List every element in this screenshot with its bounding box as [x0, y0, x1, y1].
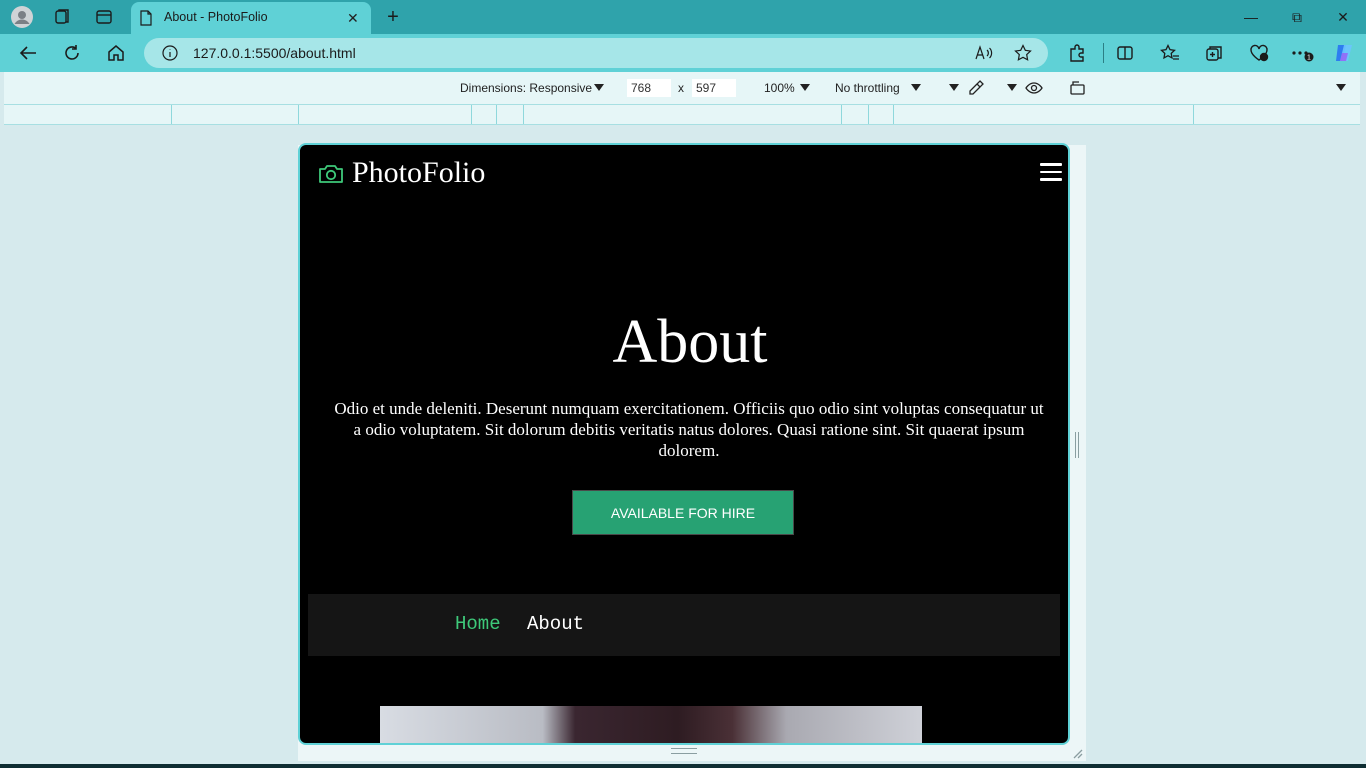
media-query-bar[interactable]: [4, 105, 1360, 125]
read-aloud-icon[interactable]: [974, 44, 994, 62]
width-input[interactable]: [627, 79, 671, 97]
media-query-marker: [471, 105, 472, 124]
page-icon: [139, 10, 153, 31]
media-query-marker: [868, 105, 869, 124]
settings-more-icon[interactable]: 1: [1290, 42, 1314, 64]
page-title: About: [612, 308, 768, 376]
toolbar-separator: [1103, 43, 1104, 63]
breadcrumb-current: About: [527, 613, 585, 635]
more-options-caret-icon[interactable]: [949, 84, 959, 91]
browser-essentials-icon[interactable]: [1247, 42, 1271, 64]
portrait-image: [380, 706, 922, 743]
split-screen-icon[interactable]: [1113, 42, 1137, 64]
tab-title: About - PhotoFolio: [164, 10, 268, 24]
eye-icon[interactable]: [1025, 80, 1043, 101]
vision-caret-icon[interactable]: [1007, 84, 1017, 91]
active-tab[interactable]: About - PhotoFolio ✕: [131, 2, 371, 34]
media-query-marker: [298, 105, 299, 124]
media-query-marker: [1193, 105, 1194, 124]
height-input[interactable]: [692, 79, 736, 97]
svg-text:1: 1: [1307, 55, 1311, 62]
available-for-hire-button[interactable]: AVAILABLE FOR HIRE: [572, 490, 794, 535]
media-query-marker: [496, 105, 497, 124]
camera-icon: [318, 163, 344, 190]
tab-close-icon[interactable]: ✕: [347, 10, 359, 27]
rotate-icon[interactable]: [1069, 80, 1087, 101]
media-query-marker: [893, 105, 894, 124]
taskbar-edge: [0, 764, 1366, 768]
zoom-dropdown[interactable]: 100%: [764, 81, 795, 95]
viewport-resize-corner-icon[interactable]: [1071, 746, 1083, 764]
viewport-resize-handle-bottom[interactable]: [671, 748, 697, 754]
close-window-button[interactable]: ✕: [1328, 7, 1358, 27]
home-icon[interactable]: [104, 42, 128, 64]
back-icon[interactable]: [16, 42, 40, 64]
address-bar[interactable]: 127.0.0.1:5500/about.html: [144, 38, 1048, 68]
favorite-star-icon[interactable]: [1013, 44, 1033, 62]
viewport-resize-handle-right[interactable]: [1075, 432, 1079, 458]
hero-description: Odio et unde deleniti. Deserunt numquam …: [334, 399, 1044, 460]
new-tab-button[interactable]: +: [382, 6, 404, 28]
site-brand[interactable]: PhotoFolio: [352, 156, 485, 190]
url-text: 127.0.0.1:5500/about.html: [193, 45, 356, 61]
restore-button[interactable]: ⧉: [1282, 7, 1312, 27]
workspaces-icon[interactable]: [51, 6, 73, 28]
minimize-button[interactable]: —: [1236, 7, 1266, 27]
site-info-icon[interactable]: [162, 45, 178, 66]
dimension-separator: x: [678, 81, 684, 95]
copilot-icon[interactable]: [1332, 42, 1356, 64]
media-query-marker: [523, 105, 524, 124]
breadcrumb: Home About: [308, 594, 1060, 656]
tab-actions-icon[interactable]: [93, 6, 115, 28]
breadcrumb-home-link[interactable]: Home: [455, 613, 501, 635]
profile-icon[interactable]: [11, 6, 33, 28]
emulated-viewport: PhotoFolio About Odio et unde deleniti. …: [298, 143, 1070, 745]
device-toolbar: Dimensions: Responsive x 100% No throttl…: [4, 72, 1360, 105]
browser-title-bar: About - PhotoFolio ✕ + — ⧉ ✕: [0, 0, 1366, 34]
favorites-icon[interactable]: [1158, 42, 1182, 64]
collections-icon[interactable]: [1202, 42, 1226, 64]
refresh-icon[interactable]: [60, 42, 84, 64]
zoom-caret-icon[interactable]: [800, 84, 810, 91]
dimensions-dropdown[interactable]: Dimensions: Responsive: [460, 81, 592, 95]
throttling-caret-icon[interactable]: [911, 84, 921, 91]
device-toolbar-menu-caret-icon[interactable]: [1336, 84, 1346, 91]
browser-toolbar: 127.0.0.1:5500/about.html 1: [0, 34, 1366, 72]
media-query-marker: [171, 105, 172, 124]
throttling-dropdown[interactable]: No throttling: [835, 81, 900, 95]
dimensions-caret-icon[interactable]: [594, 84, 604, 91]
extensions-icon[interactable]: [1065, 42, 1089, 64]
eyedropper-icon[interactable]: [967, 79, 985, 102]
hamburger-menu-icon[interactable]: [1040, 163, 1062, 181]
media-query-marker: [841, 105, 842, 124]
